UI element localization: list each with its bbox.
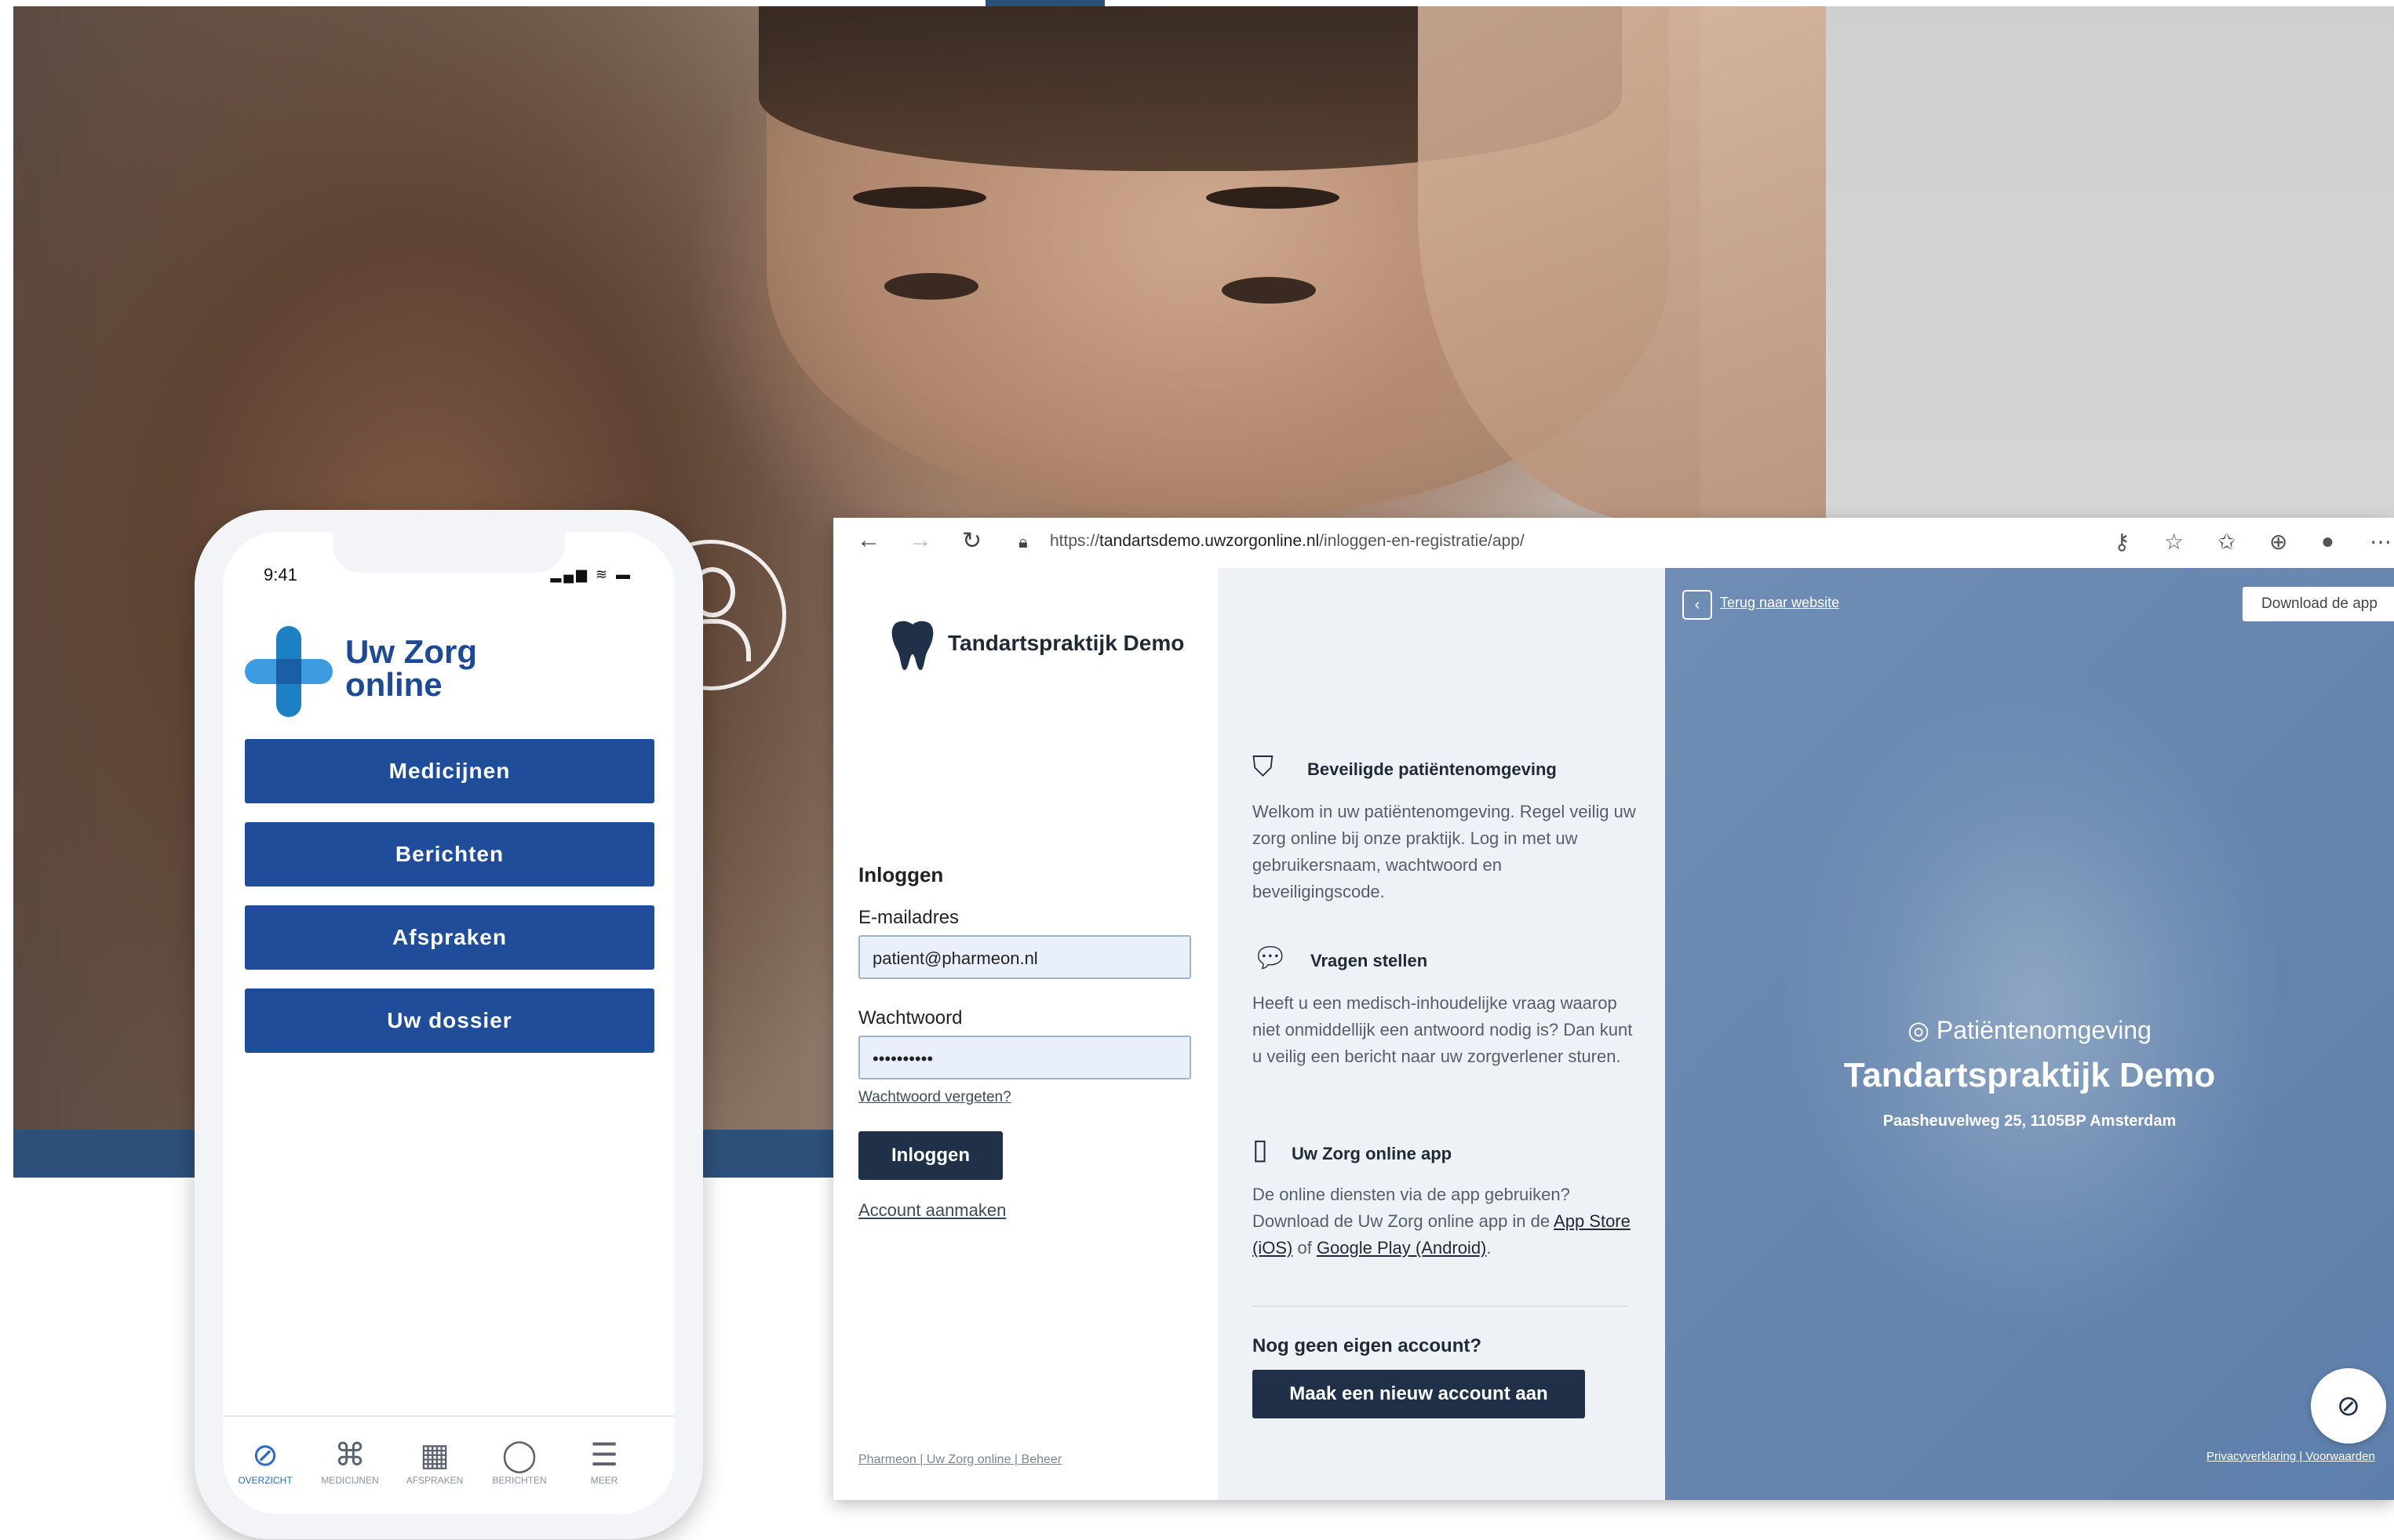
profile-icon[interactable]: ● [2321, 529, 2334, 554]
email-field[interactable]: patient@pharmeon.nl [858, 935, 1191, 979]
questions-text: Heeft u een medisch-inhoudelijke vraag w… [1252, 993, 1633, 1066]
nav-label: OVERZICHT [238, 1475, 293, 1486]
logo-line-1: Uw Zorg [345, 633, 477, 670]
uw-zorg-online-logo: Uw Zorg online [245, 626, 512, 720]
hero-brow-left [853, 187, 986, 209]
favorite-star-icon[interactable]: ☆ [2164, 529, 2184, 555]
menu-icon: ☰ [590, 1438, 618, 1473]
url-domain: tandartsdemo.uwzorgonline.nl [1099, 532, 1320, 550]
banner-address: Paasheuvelweg 25, 1105BP Amsterdam [1882, 1112, 2177, 1130]
divider [1252, 1305, 1629, 1307]
forward-arrow-icon[interactable]: → [909, 527, 932, 554]
banner-practice-title: Tandartspraktijk Demo [1843, 1056, 2216, 1094]
environment-label-text: Patiëntenomgeving [1936, 1016, 2152, 1044]
nav-label: AFSPRAKEN [406, 1475, 464, 1486]
hide-eye-icon[interactable]: ⊘ [2311, 1368, 2386, 1444]
nav-label: MEER [590, 1475, 618, 1486]
pills-icon: ⌘ [334, 1438, 366, 1473]
browser-window: ← → ↻ 🔒︎ https://tandartsdemo.uwzorgonli… [833, 518, 2394, 1500]
chat-icon: ◯ [501, 1438, 537, 1473]
email-label: E-mailadres [858, 907, 960, 928]
login-button[interactable]: Inloggen [858, 1131, 1003, 1180]
app-title: Uw Zorg online app [1292, 1144, 1452, 1163]
password-field[interactable]: •••••••••• [858, 1036, 1191, 1079]
collections-icon[interactable]: ⊕ [2269, 529, 2287, 555]
hero-brow-right [1206, 187, 1339, 209]
nav-berichten[interactable]: ◯ BERICHTEN [477, 1436, 562, 1486]
tooth-icon [891, 621, 934, 671]
practice-banner: ‹ Terug naar website Download de app ◎ P… [1665, 568, 2394, 1500]
smartphone-icon: ▯ [1252, 1133, 1268, 1165]
forgot-password-link[interactable]: Wachtwoord vergeten? [858, 1089, 1011, 1106]
password-label: Wachtwoord [858, 1007, 963, 1028]
app-text-part-3: . [1486, 1238, 1492, 1258]
nav-meer[interactable]: ☰ MEER [562, 1436, 647, 1486]
no-account-heading: Nog geen eigen account? [1252, 1335, 1482, 1356]
compass-icon: ⊘ [252, 1438, 279, 1473]
top-accent-bar [986, 0, 1105, 6]
login-heading: Inloggen [858, 863, 944, 887]
footer-links-right[interactable]: Privacyverklaring | Voorwaarden [2206, 1450, 2375, 1463]
app-text-part-2: of [1297, 1238, 1312, 1258]
afspraken-button[interactable]: Afspraken [245, 905, 654, 970]
phone-screen: 9:41 ▂▄▆ ≋ ▬ Uw Zorg online Medicijnen B… [223, 532, 675, 1514]
app-text-part-1: De online diensten via de app gebruiken?… [1252, 1185, 1570, 1231]
hero-eye-left [884, 273, 978, 300]
url-field[interactable]: https://tandartsdemo.uwzorgonline.nl/inl… [1050, 532, 1525, 551]
status-icons: ▂▄▆ ≋ ▬ [550, 566, 632, 582]
nav-overzicht[interactable]: ⊘ OVERZICHT [223, 1436, 308, 1486]
address-bar: ← → ↻ 🔒︎ https://tandartsdemo.uwzorgonli… [833, 518, 2394, 569]
reload-icon[interactable]: ↻ [962, 527, 982, 555]
shield-icon: ⛉ [1252, 750, 1274, 782]
app-text: De online diensten via de app gebruiken?… [1252, 1181, 1637, 1261]
logo-text: Uw Zorg online [345, 635, 477, 701]
secure-title: Beveiligde patiëntenomgeving [1307, 759, 1557, 779]
url-path: /inloggen-en-registratie/app/ [1319, 532, 1525, 550]
hero-eye-right [1222, 277, 1316, 304]
lock-icon: 🔒︎ [1018, 532, 1028, 552]
back-chevron-icon[interactable]: ‹ [1682, 590, 1712, 620]
phone-bottom-nav: ⊘ OVERZICHT ⌘ MEDICIJNEN ▦ AFSPRAKEN ◯ B… [223, 1415, 675, 1514]
create-account-link[interactable]: Account aanmaken [858, 1200, 1006, 1221]
uw-dossier-button[interactable]: Uw dossier [245, 988, 654, 1053]
secure-text: Welkom in uw patiëntenomgeving. Regel ve… [1252, 802, 1636, 901]
calendar-icon: ▦ [420, 1438, 450, 1473]
google-play-link[interactable]: Google Play (Android) [1317, 1238, 1486, 1258]
download-app-button[interactable]: Download de app [2243, 587, 2394, 621]
more-options-icon[interactable]: ⋯ [2370, 529, 2392, 555]
back-to-website-link[interactable]: Terug naar website [1720, 595, 1839, 611]
info-panel: ⛉ Beveiligde patiëntenomgeving Welkom in… [1218, 568, 1665, 1500]
phone-mockup: 9:41 ▂▄▆ ≋ ▬ Uw Zorg online Medicijnen B… [195, 510, 703, 1539]
new-account-button[interactable]: Maak een nieuw account aan [1252, 1370, 1585, 1418]
status-time: 9:41 [264, 565, 297, 584]
nav-label: MEDICIJNEN [321, 1475, 379, 1486]
environment-label: ◎ Patiëntenomgeving [1665, 1015, 2394, 1045]
questions-title: Vragen stellen [1310, 951, 1428, 970]
url-prefix: https:// [1050, 532, 1100, 550]
practice-name: Tandartspraktijk Demo [948, 631, 1185, 655]
favorites-list-icon[interactable]: ✩ [2217, 529, 2235, 555]
login-panel: Tandartspraktijk Demo Inloggen E-mailadr… [833, 568, 1218, 1500]
berichten-button[interactable]: Berichten [245, 822, 654, 887]
footer-links-left[interactable]: Pharmeon | Uw Zorg online | Beheer [858, 1453, 1062, 1467]
chat-bubbles-icon: 💬︎ [1252, 941, 1288, 974]
nav-medicijnen[interactable]: ⌘ MEDICIJNEN [308, 1436, 392, 1486]
medicijnen-button[interactable]: Medicijnen [245, 739, 654, 803]
user-circle-icon: ◎ [1908, 1016, 1937, 1044]
back-arrow-icon[interactable]: ← [857, 527, 880, 554]
nav-afspraken[interactable]: ▦ AFSPRAKEN [392, 1436, 477, 1486]
nav-label: BERICHTEN [492, 1475, 547, 1486]
logo-line-2: online [345, 666, 443, 703]
logo-cross-center [276, 659, 301, 684]
key-icon[interactable]: ⚷ [2114, 529, 2130, 555]
phone-notch [333, 532, 565, 573]
